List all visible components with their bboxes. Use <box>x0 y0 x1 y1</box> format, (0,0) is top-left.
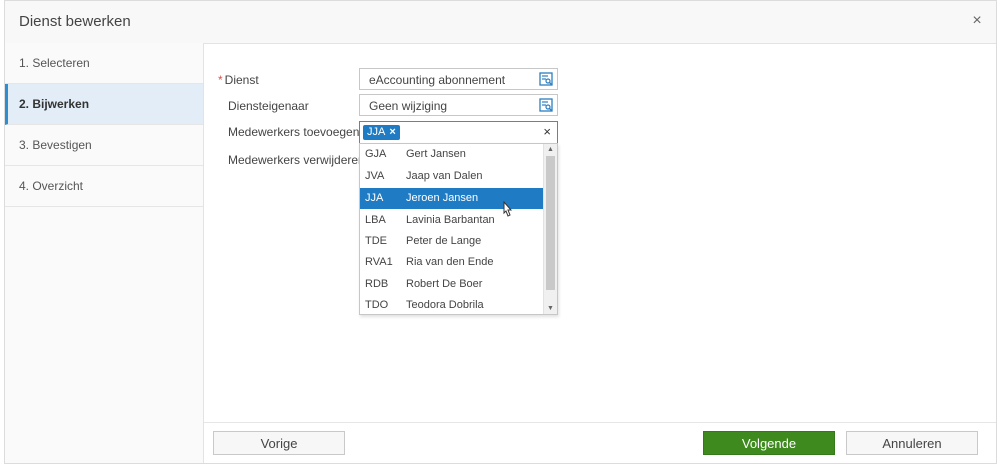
dropdown-option-highlighted[interactable]: JJA Jeroen Jansen <box>360 188 544 209</box>
step-bevestigen[interactable]: 3. Bevestigen <box>5 125 203 166</box>
dropdown-option[interactable]: LBA Lavinia Barbantan <box>360 210 544 231</box>
verwijderen-label: Medewerkers verwijderen <box>228 153 365 167</box>
dienst-value: eAccounting abonnement <box>369 73 506 87</box>
form-area: * Dienst eAccounting abonnement Diensteig… <box>204 43 996 463</box>
dropdown-option[interactable]: TDO Teodora Dobrila <box>360 295 544 314</box>
dropdown-option[interactable]: RDB Robert De Boer <box>360 274 544 295</box>
edit-service-dialog: Dienst bewerken × 1. Selecteren 2. Bijwe… <box>4 0 997 464</box>
step-bijwerken[interactable]: 2. Bijwerken <box>5 84 203 125</box>
lookup-icon[interactable] <box>539 72 553 86</box>
step-selecteren[interactable]: 1. Selecteren <box>5 43 203 84</box>
dialog-footer: Vorige Volgende Annuleren <box>204 422 996 463</box>
medewerkers-toevoegen-input[interactable]: JJA × × <box>359 121 558 144</box>
eigenaar-label: Diensteigenaar <box>228 99 309 113</box>
toevoegen-label: Medewerkers toevoegen <box>228 125 360 139</box>
dienst-lookup[interactable]: eAccounting abonnement <box>359 68 558 90</box>
close-icon[interactable]: × <box>968 12 986 30</box>
eigenaar-value: Geen wijziging <box>369 99 448 113</box>
dropdown-option[interactable]: TDE Peter de Lange <box>360 231 544 252</box>
scrollbar-thumb[interactable] <box>546 156 555 290</box>
tag-remove-icon[interactable]: × <box>389 126 395 138</box>
wizard-steps: 1. Selecteren 2. Bijwerken 3. Bevestigen… <box>5 43 204 463</box>
lookup-icon[interactable] <box>539 98 553 112</box>
tag-label: JJA <box>367 126 386 138</box>
cancel-button[interactable]: Annuleren <box>846 431 978 455</box>
dienst-label: * Dienst <box>218 73 259 87</box>
eigenaar-lookup[interactable]: Geen wijziging <box>359 94 558 116</box>
required-mark: * <box>218 73 223 87</box>
clear-icon[interactable]: × <box>543 124 551 139</box>
selected-tag: JJA × <box>363 125 400 140</box>
dialog-header: Dienst bewerken × <box>5 1 996 44</box>
scroll-down-icon[interactable]: ▼ <box>544 305 557 312</box>
step-overzicht[interactable]: 4. Overzicht <box>5 166 203 207</box>
scroll-up-icon[interactable]: ▲ <box>544 146 557 153</box>
dropdown-option[interactable]: JVA Jaap van Dalen <box>360 166 544 187</box>
employee-dropdown: GJA Gert Jansen JVA Jaap van Dalen JJA Jero… <box>359 143 558 315</box>
previous-button[interactable]: Vorige <box>213 431 345 455</box>
dropdown-scrollbar[interactable]: ▲ ▼ <box>543 144 557 314</box>
dialog-title: Dienst bewerken <box>19 13 131 30</box>
dropdown-option[interactable]: GJA Gert Jansen <box>360 144 544 165</box>
next-button[interactable]: Volgende <box>703 431 835 455</box>
dropdown-option[interactable]: RVA1 Ria van den Ende <box>360 252 544 273</box>
mouse-pointer-icon <box>503 201 513 217</box>
